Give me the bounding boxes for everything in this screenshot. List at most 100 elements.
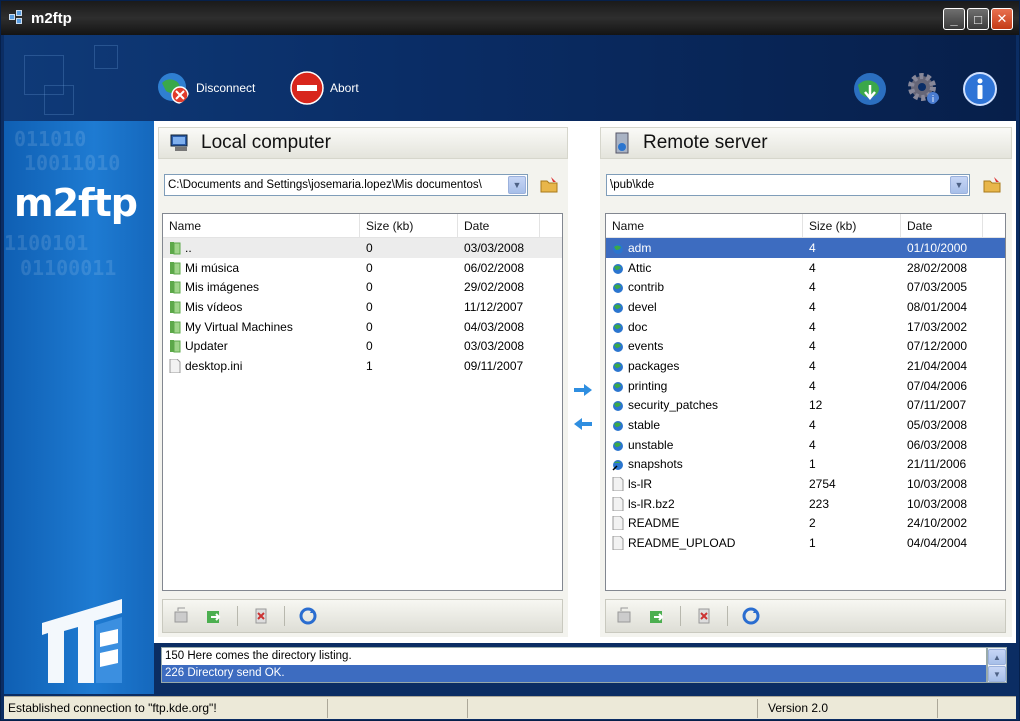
table-row[interactable]: adm 4 01/10/2000 xyxy=(606,238,1005,258)
info-icon[interactable] xyxy=(962,71,998,107)
enter-folder-icon[interactable] xyxy=(205,607,223,625)
delete-icon[interactable] xyxy=(695,607,713,625)
local-list-header: Name Size (kb) Date xyxy=(163,214,562,238)
settings-gear-icon[interactable]: i xyxy=(906,71,942,107)
log-line[interactable]: 150 Here comes the directory listing. xyxy=(162,648,986,665)
file-date: 09/11/2007 xyxy=(464,358,524,373)
table-row[interactable]: security_patches 12 07/11/2007 xyxy=(606,396,1005,416)
table-row[interactable]: Updater 0 03/03/2008 xyxy=(163,336,562,356)
column-size[interactable]: Size (kb) xyxy=(803,214,901,237)
folder-icon xyxy=(612,339,624,353)
table-row[interactable]: ls-lR 2754 10/03/2008 xyxy=(606,474,1005,494)
log-line[interactable]: 226 Directory send OK. xyxy=(162,665,986,682)
folder-icon xyxy=(169,241,181,255)
chevron-down-icon[interactable]: ▼ xyxy=(950,176,968,194)
table-row[interactable]: packages 4 21/04/2004 xyxy=(606,356,1005,376)
log-scrollbar[interactable]: ▲ ▼ xyxy=(987,647,1007,683)
folder-icon xyxy=(612,300,624,314)
refresh-icon[interactable] xyxy=(742,607,760,625)
status-connection: Established connection to "ftp.kde.org"! xyxy=(4,698,328,718)
disconnect-button[interactable]: Disconnect xyxy=(156,71,255,105)
folder-icon xyxy=(612,418,624,432)
file-size: 4 xyxy=(809,358,816,373)
remote-file-list[interactable]: Name Size (kb) Date adm 4 01/10/2000 Attic 4… xyxy=(605,213,1006,591)
table-row[interactable]: unstable 4 06/03/2008 xyxy=(606,435,1005,455)
abort-button[interactable]: Abort xyxy=(290,71,359,105)
log-list[interactable]: 150 Here comes the directory listing. 22… xyxy=(161,647,987,683)
file-size: 4 xyxy=(809,240,816,255)
file-size: 1 xyxy=(809,536,816,551)
local-path-combo[interactable]: C:\Documents and Settings\josemaria.lope… xyxy=(164,174,528,196)
up-folder-icon[interactable] xyxy=(616,607,634,625)
up-folder-icon[interactable] xyxy=(173,607,191,625)
remote-panel-title: Remote server xyxy=(643,132,768,153)
table-row[interactable]: events 4 07/12/2000 xyxy=(606,336,1005,356)
file-date: 28/02/2008 xyxy=(907,260,968,275)
file-size: 4 xyxy=(809,299,816,314)
column-date[interactable]: Date xyxy=(458,214,540,237)
column-size[interactable]: Size (kb) xyxy=(360,214,458,237)
file-date: 07/03/2005 xyxy=(907,280,968,295)
close-button[interactable]: ✕ xyxy=(991,8,1013,30)
download-arrow-icon[interactable] xyxy=(572,417,594,431)
file-date: 03/03/2008 xyxy=(464,240,525,255)
file-name: snapshots xyxy=(628,457,683,472)
table-row[interactable]: doc 4 17/03/2002 xyxy=(606,317,1005,337)
file-name: contrib xyxy=(628,280,665,295)
remote-path-combo[interactable]: \pub\kde ▼ xyxy=(606,174,970,196)
file-size: 4 xyxy=(809,418,816,433)
column-name[interactable]: Name xyxy=(606,214,803,237)
file-name: unstable xyxy=(628,437,674,452)
file-icon xyxy=(612,477,624,492)
table-row[interactable]: README_UPLOAD 1 04/04/2004 xyxy=(606,533,1005,553)
file-icon xyxy=(612,516,624,531)
table-row[interactable]: .. 0 03/03/2008 xyxy=(163,238,562,258)
table-row[interactable]: snapshots 1 21/11/2006 xyxy=(606,455,1005,475)
column-date[interactable]: Date xyxy=(901,214,983,237)
file-size: 4 xyxy=(809,437,816,452)
globe-download-icon[interactable] xyxy=(852,71,888,107)
folder-icon xyxy=(612,438,624,452)
chevron-down-icon[interactable]: ▼ xyxy=(508,176,526,194)
delete-icon[interactable] xyxy=(252,607,270,625)
table-row[interactable]: desktop.ini 1 09/11/2007 xyxy=(163,356,562,376)
remote-browse-folder-icon[interactable] xyxy=(982,175,1002,195)
table-row[interactable]: printing 4 07/04/2006 xyxy=(606,376,1005,396)
table-row[interactable]: README 2 24/10/2002 xyxy=(606,514,1005,534)
m2-logo-icon xyxy=(42,599,122,683)
file-name: README xyxy=(628,516,680,531)
file-date: 10/03/2008 xyxy=(907,496,968,511)
enter-folder-icon[interactable] xyxy=(648,607,666,625)
file-size: 12 xyxy=(809,398,823,413)
local-browse-folder-icon[interactable] xyxy=(539,175,559,195)
local-file-list[interactable]: Name Size (kb) Date .. 0 03/03/2008 Mi músi… xyxy=(162,213,563,591)
file-name: Mis vídeos xyxy=(185,299,243,314)
file-date: 07/12/2000 xyxy=(907,339,968,354)
table-row[interactable]: stable 4 05/03/2008 xyxy=(606,415,1005,435)
column-name[interactable]: Name xyxy=(163,214,360,237)
folder-icon xyxy=(169,280,181,294)
scroll-up-icon[interactable]: ▲ xyxy=(988,649,1006,665)
scroll-down-icon[interactable]: ▼ xyxy=(988,666,1006,682)
table-row[interactable]: contrib 4 07/03/2005 xyxy=(606,277,1005,297)
title-bar: m2ftp _ □ ✕ xyxy=(1,1,1019,35)
file-name: Attic xyxy=(628,260,652,275)
file-date: 21/11/2006 xyxy=(907,457,967,472)
table-row[interactable]: Attic 4 28/02/2008 xyxy=(606,258,1005,278)
file-date: 07/11/2007 xyxy=(907,398,967,413)
table-row[interactable]: Mis imágenes 0 29/02/2008 xyxy=(163,277,562,297)
maximize-button[interactable]: □ xyxy=(967,8,989,30)
abort-stop-icon xyxy=(290,71,324,105)
file-size: 0 xyxy=(366,299,373,314)
table-row[interactable]: Mis vídeos 0 11/12/2007 xyxy=(163,297,562,317)
minimize-button[interactable]: _ xyxy=(943,8,965,30)
file-size: 4 xyxy=(809,378,816,393)
table-row[interactable]: My Virtual Machines 0 04/03/2008 xyxy=(163,317,562,337)
table-row[interactable]: devel 4 08/01/2004 xyxy=(606,297,1005,317)
refresh-icon[interactable] xyxy=(299,607,317,625)
table-row[interactable]: Mi música 0 06/02/2008 xyxy=(163,258,562,278)
link-folder-icon xyxy=(612,457,624,471)
file-name: stable xyxy=(628,418,661,433)
upload-arrow-icon[interactable] xyxy=(572,383,594,397)
table-row[interactable]: ls-lR.bz2 223 10/03/2008 xyxy=(606,494,1005,514)
